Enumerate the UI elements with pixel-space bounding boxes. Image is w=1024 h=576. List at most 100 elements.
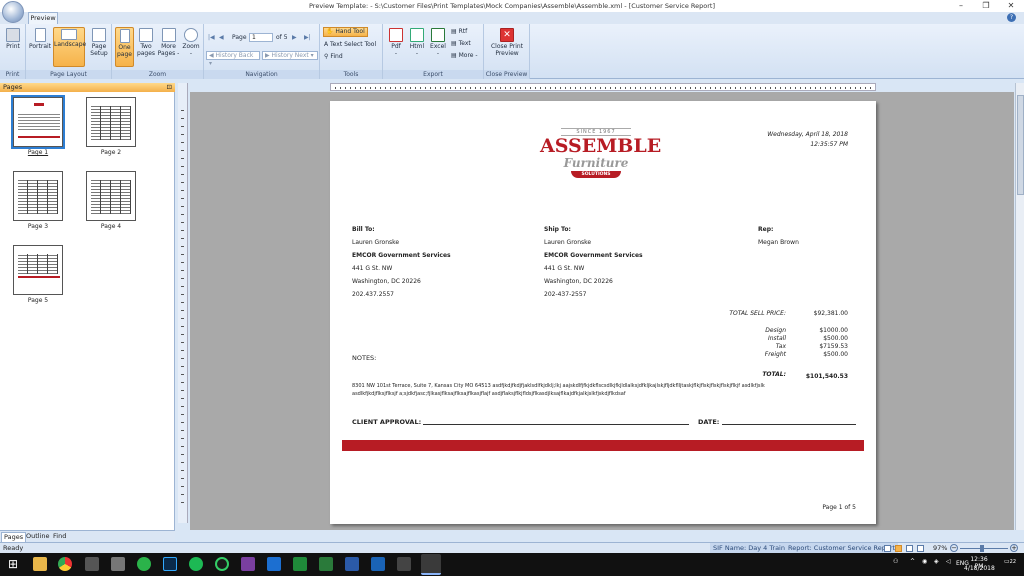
page-setup-button[interactable]: Page Setup <box>88 28 110 57</box>
tab-outline[interactable]: Outline <box>24 532 52 541</box>
export-group-label: Export <box>383 70 483 79</box>
page-number-input[interactable]: 1 <box>249 33 273 42</box>
export-html-button[interactable]: Html - <box>407 28 427 57</box>
horizontal-ruler <box>330 83 876 91</box>
close-print-preview-button[interactable]: ✕ Close Print Preview <box>487 28 527 57</box>
pin-icon[interactable]: ⊡ <box>167 83 172 92</box>
app-icon-4[interactable] <box>293 557 307 571</box>
export-rtf-button[interactable]: ▤ Rtf <box>451 28 467 36</box>
bill-to-city: Washington, DC 20226 <box>352 278 421 285</box>
people-icon[interactable]: ⚇ <box>893 558 898 565</box>
app-icon-2[interactable] <box>111 557 125 571</box>
two-pages-button[interactable]: Two pages <box>136 28 156 57</box>
hand-tool-button[interactable]: ✋ Hand Tool <box>323 27 368 37</box>
word-taskbar-icon[interactable] <box>345 557 359 571</box>
total-label: TOTAL: <box>762 371 786 378</box>
more-pages-button[interactable]: More Pages - <box>157 28 180 57</box>
multi-page-view-icon[interactable] <box>917 545 924 552</box>
zoom-slider[interactable] <box>960 548 1008 549</box>
minimize-icon[interactable]: – <box>950 0 972 12</box>
tab-preview[interactable]: Preview <box>28 12 58 24</box>
active-app-icon[interactable] <box>421 554 441 575</box>
report-date: Wednesday, April 18, 2018 <box>767 131 848 138</box>
page-thumbnail-2[interactable] <box>86 97 136 147</box>
text-select-tool-button[interactable]: A Text Select Tool <box>324 41 376 49</box>
navigation-group-label: Navigation <box>204 70 319 79</box>
ribbon-tab-row <box>0 12 1024 24</box>
next-page-icon[interactable]: ▶ <box>292 34 297 42</box>
print-button[interactable]: Print <box>3 28 23 50</box>
outlook-taskbar-icon[interactable] <box>371 557 385 571</box>
restore-icon[interactable]: ❐ <box>975 0 997 12</box>
tab-find[interactable]: Find <box>51 532 68 541</box>
page-setup-label-1: Page <box>91 43 107 50</box>
close-window-icon[interactable]: ✕ <box>1000 0 1022 12</box>
date-signature-line <box>722 424 856 425</box>
landscape-button[interactable]: Landscape <box>53 27 87 67</box>
history-next-button[interactable]: ▶ History Next ▾ <box>262 51 318 60</box>
export-group: Pdf - Html - Excel - ▤ Rtf ▤ Text ▤ More - … <box>383 24 484 79</box>
tray-app-icon[interactable]: ◉ <box>922 558 927 565</box>
quickbooks-icon[interactable] <box>215 557 229 571</box>
single-page-view-icon[interactable] <box>884 545 891 552</box>
ship-to-phone: 202-437-2557 <box>544 291 587 298</box>
app-icon-3[interactable] <box>241 557 255 571</box>
windows-start-icon[interactable]: ⊞ <box>6 557 20 571</box>
zoom-in-icon[interactable]: + <box>1010 544 1018 552</box>
scrollbar-thumb[interactable] <box>1017 95 1024 195</box>
last-page-icon[interactable]: ▶| <box>304 34 311 42</box>
one-page-button[interactable]: One page <box>115 27 134 67</box>
volume-icon[interactable]: ◁ <box>946 558 951 565</box>
excel-taskbar-icon[interactable] <box>319 557 333 571</box>
tray-chevron-icon[interactable]: ^ <box>910 558 915 565</box>
fit-page-view-icon[interactable] <box>895 545 902 552</box>
help-icon[interactable]: ? <box>1007 13 1016 22</box>
previous-page-icon[interactable]: ◀ <box>219 34 224 42</box>
rep-heading: Rep: <box>758 226 774 233</box>
app-icon-1[interactable] <box>85 557 99 571</box>
vertical-scrollbar[interactable] <box>1015 83 1024 530</box>
application-menu-button[interactable] <box>2 1 24 23</box>
bill-to-company: EMCOR Government Services <box>352 252 451 259</box>
landscape-label: Landscape <box>54 41 87 48</box>
export-pdf-button[interactable]: Pdf - <box>386 28 406 57</box>
first-page-icon[interactable]: |◀ <box>208 34 215 42</box>
two-page-view-icon[interactable] <box>906 545 913 552</box>
whatsapp-icon[interactable] <box>137 557 151 571</box>
panel-bottom-tabs: Pages Outline Find <box>0 530 175 543</box>
total-sell-price-value: $92,381.00 <box>813 310 848 317</box>
pdf-label: Pdf <box>391 43 401 50</box>
photos-icon[interactable] <box>397 557 411 571</box>
network-icon[interactable]: ◈ <box>934 558 939 565</box>
page-thumbnail-5[interactable] <box>13 245 63 295</box>
file-explorer-icon[interactable] <box>33 557 47 571</box>
export-more-button[interactable]: ▤ More - <box>451 52 478 60</box>
text-select-icon: A <box>324 41 329 48</box>
page-thumbnail-3[interactable] <box>13 171 63 221</box>
zoom-slider-thumb[interactable] <box>980 545 984 552</box>
one-page-label-2: page <box>117 51 132 58</box>
spotify-icon[interactable] <box>189 557 203 571</box>
page-layout-group-label: Page Layout <box>26 70 111 79</box>
status-bar: Ready SIF Name: Day 4 Training Report: C… <box>0 542 1024 554</box>
close-preview-label-1: Close Print <box>490 43 524 50</box>
charge-value: $500.00 <box>823 351 848 358</box>
ribbon: Print Print Portrait Landscape Page Setu… <box>0 24 1024 79</box>
chrome-icon[interactable] <box>58 557 72 571</box>
photoshop-icon[interactable] <box>163 557 177 571</box>
export-text-button[interactable]: ▤ Text <box>451 40 471 48</box>
printer-icon <box>6 28 20 42</box>
charge-label: Design <box>765 327 786 334</box>
page-thumbnail-4[interactable] <box>86 171 136 221</box>
landscape-icon <box>61 29 77 40</box>
export-excel-button[interactable]: Excel - <box>428 28 448 57</box>
notifications-icon[interactable]: ▭22 <box>1000 558 1020 565</box>
find-button[interactable]: ⚲ Find <box>324 53 343 61</box>
portrait-button[interactable]: Portrait <box>28 28 52 50</box>
page-thumbnail-1[interactable] <box>11 95 65 149</box>
zoom-button[interactable]: Zoom - <box>181 28 201 57</box>
history-back-button[interactable]: ◀ History Back ▾ <box>206 51 260 67</box>
clock-date[interactable]: 4/18/2018 <box>964 565 995 572</box>
zoom-out-icon[interactable]: − <box>950 544 958 552</box>
edge-icon[interactable] <box>267 557 281 571</box>
